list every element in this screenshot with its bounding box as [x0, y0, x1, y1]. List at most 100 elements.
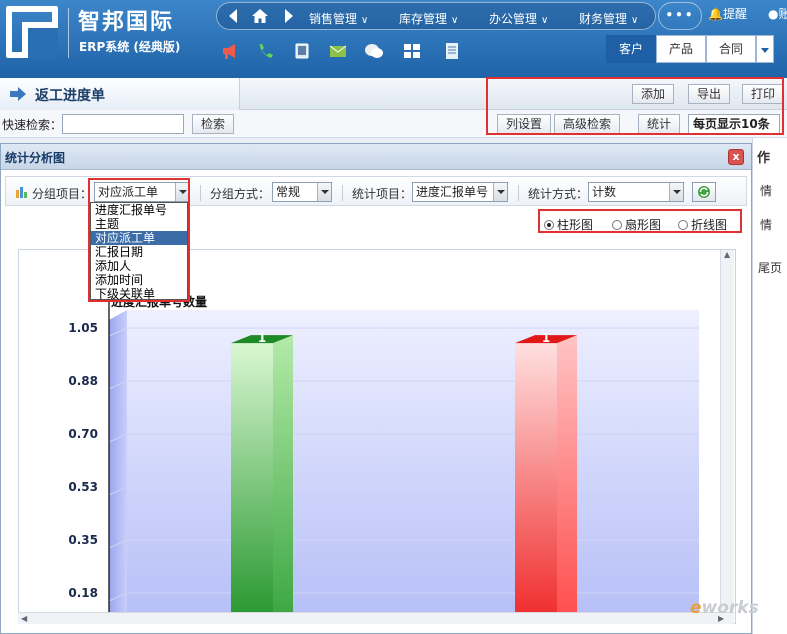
megaphone-icon[interactable] — [220, 42, 240, 60]
chart-vertical-scrollbar[interactable]: ▲ — [720, 250, 734, 610]
account-button[interactable]: ●账 — [768, 5, 787, 22]
chevron-down-icon[interactable] — [493, 183, 507, 201]
y-tick-label: 1.05 — [68, 321, 98, 335]
nav-next-icon[interactable] — [285, 9, 293, 23]
chevron-down-icon[interactable] — [669, 183, 683, 201]
y-tick-label: 0.88 — [68, 374, 98, 388]
search-button[interactable]: 检索 — [192, 114, 235, 134]
highlight-box-actions — [486, 77, 784, 135]
logo-divider — [68, 8, 69, 58]
scroll-up-icon[interactable]: ▲ — [724, 250, 730, 259]
chart-type-radios: 柱形图 扇形图 折线图 — [538, 209, 742, 233]
bar-side-face — [273, 335, 293, 612]
wechat-icon[interactable] — [364, 42, 384, 60]
bar-front-face — [515, 343, 557, 612]
mobile-icon[interactable] — [292, 42, 312, 60]
radio-bar-label: 柱形图 — [557, 218, 594, 232]
nav-office-label: 办公管理 — [489, 12, 538, 26]
refresh-icon — [698, 186, 710, 198]
radio-bar-chart[interactable]: 柱形图 — [544, 216, 593, 233]
stat-method-select[interactable]: 计数 — [588, 182, 684, 202]
page-title-tab: 返工进度单 — [0, 78, 240, 110]
highlight-box-dropdown — [88, 178, 190, 302]
group-method-select[interactable]: 常规 — [272, 182, 332, 202]
chart-horizontal-scrollbar[interactable]: ◀ ▶ — [18, 612, 734, 624]
tab-product[interactable]: 产品 — [656, 35, 706, 63]
radio-line-chart[interactable]: 折线图 — [678, 216, 727, 233]
mail-icon[interactable] — [328, 42, 348, 60]
radio-pie-chart[interactable]: 扇形图 — [612, 216, 661, 233]
document-icon[interactable] — [442, 42, 462, 60]
account-label: 账 — [778, 7, 787, 21]
dialog-title: 统计分析图 — [5, 151, 66, 165]
y-tick-label: 0.70 — [68, 427, 98, 441]
scroll-left-icon[interactable]: ◀ — [21, 614, 27, 623]
bar-chart-icon — [16, 187, 27, 198]
tab-contract[interactable]: 合同 — [706, 35, 756, 63]
radio-pie-label: 扇形图 — [625, 218, 662, 232]
grid-icon[interactable] — [402, 42, 422, 60]
arrow-right-icon — [10, 87, 26, 101]
search-input[interactable] — [62, 114, 184, 134]
nav-sales[interactable]: 销售管理 ∨ — [309, 10, 368, 27]
stat-item-label: 统计项目： — [352, 187, 413, 201]
y-tick-labels: 1.05 0.88 0.70 0.53 0.35 0.18 — [68, 321, 98, 600]
nav-more-button[interactable]: ••• — [658, 2, 702, 30]
quick-tabs: 客户 产品 合同 — [606, 35, 774, 63]
nav-inventory[interactable]: 库存管理 ∨ — [399, 10, 458, 27]
chevron-down-icon: ∨ — [361, 15, 369, 26]
tab-customer[interactable]: 客户 — [606, 35, 656, 63]
last-page-link[interactable]: 尾页 — [758, 259, 782, 276]
nav-finance-label: 财务管理 — [579, 12, 628, 26]
chart-frame: 进度汇报单号数量 1.05 0.88 0.70 0.53 0.35 0.18 11 — [18, 249, 736, 624]
radio-dot-icon — [544, 220, 554, 230]
remind-label: 提醒 — [722, 7, 747, 21]
refresh-button[interactable] — [692, 182, 716, 202]
background-row-text: 情 — [760, 184, 773, 198]
chart-side-wall — [109, 310, 127, 612]
watermark-e: e — [690, 598, 702, 618]
chevron-down-icon: ∨ — [451, 15, 459, 26]
top-header: 智邦国际 ERP系统 (经典版) 销售管理 ∨ 库存管理 ∨ 办公管理 ∨ 财务管理 ∨… — [0, 0, 787, 78]
home-icon[interactable] — [251, 8, 269, 24]
bar-value-label: 1 — [258, 331, 266, 345]
group-item-label: 分组项目： — [32, 187, 93, 201]
background-list-column — [752, 138, 787, 634]
main-nav: 销售管理 ∨ 库存管理 ∨ 办公管理 ∨ 财务管理 ∨ — [216, 2, 656, 30]
nav-office[interactable]: 办公管理 ∨ — [489, 10, 548, 27]
close-icon[interactable]: x — [728, 149, 744, 165]
stat-item-value: 进度汇报单号 — [416, 185, 489, 199]
quick-tabs-dropdown[interactable] — [756, 35, 774, 63]
chevron-down-icon: ∨ — [541, 15, 549, 26]
phone-icon[interactable] — [256, 42, 276, 60]
brand-name: 智邦国际 — [78, 10, 175, 35]
bar[interactable]: 1 — [231, 331, 293, 612]
stat-item-select[interactable]: 进度汇报单号 — [412, 182, 508, 202]
toolbar-divider — [342, 185, 343, 201]
bar-front-face — [231, 343, 273, 612]
remind-button[interactable]: 🔔提醒 — [708, 5, 747, 22]
nav-prev-icon[interactable] — [229, 9, 237, 23]
nav-finance[interactable]: 财务管理 ∨ — [579, 10, 638, 27]
watermark-logo: eworks — [690, 598, 759, 618]
radio-line-label: 折线图 — [691, 218, 728, 232]
bar[interactable]: 1 — [515, 331, 577, 612]
bell-icon: 🔔 — [708, 7, 723, 21]
chevron-down-icon[interactable] — [317, 183, 331, 201]
chevron-down-icon: ∨ — [631, 15, 639, 26]
search-label: 快速检索： — [2, 118, 63, 132]
y-tick-label: 0.35 — [68, 533, 98, 547]
nav-sales-label: 销售管理 — [309, 12, 358, 26]
stat-method-value: 计数 — [592, 185, 617, 199]
dialog-header: 统计分析图 x — [1, 144, 751, 170]
user-icon: ● — [768, 7, 779, 21]
radio-dot-icon — [612, 220, 622, 230]
toolbar-divider — [200, 185, 201, 201]
company-logo — [6, 6, 58, 58]
watermark-text: works — [701, 598, 759, 618]
chart-back-wall — [127, 310, 699, 612]
background-row-text: 情 — [760, 218, 773, 232]
bar-value-label: 1 — [542, 331, 550, 345]
stat-method-label: 统计方式： — [528, 187, 589, 201]
background-col-header: 作 — [757, 151, 771, 166]
